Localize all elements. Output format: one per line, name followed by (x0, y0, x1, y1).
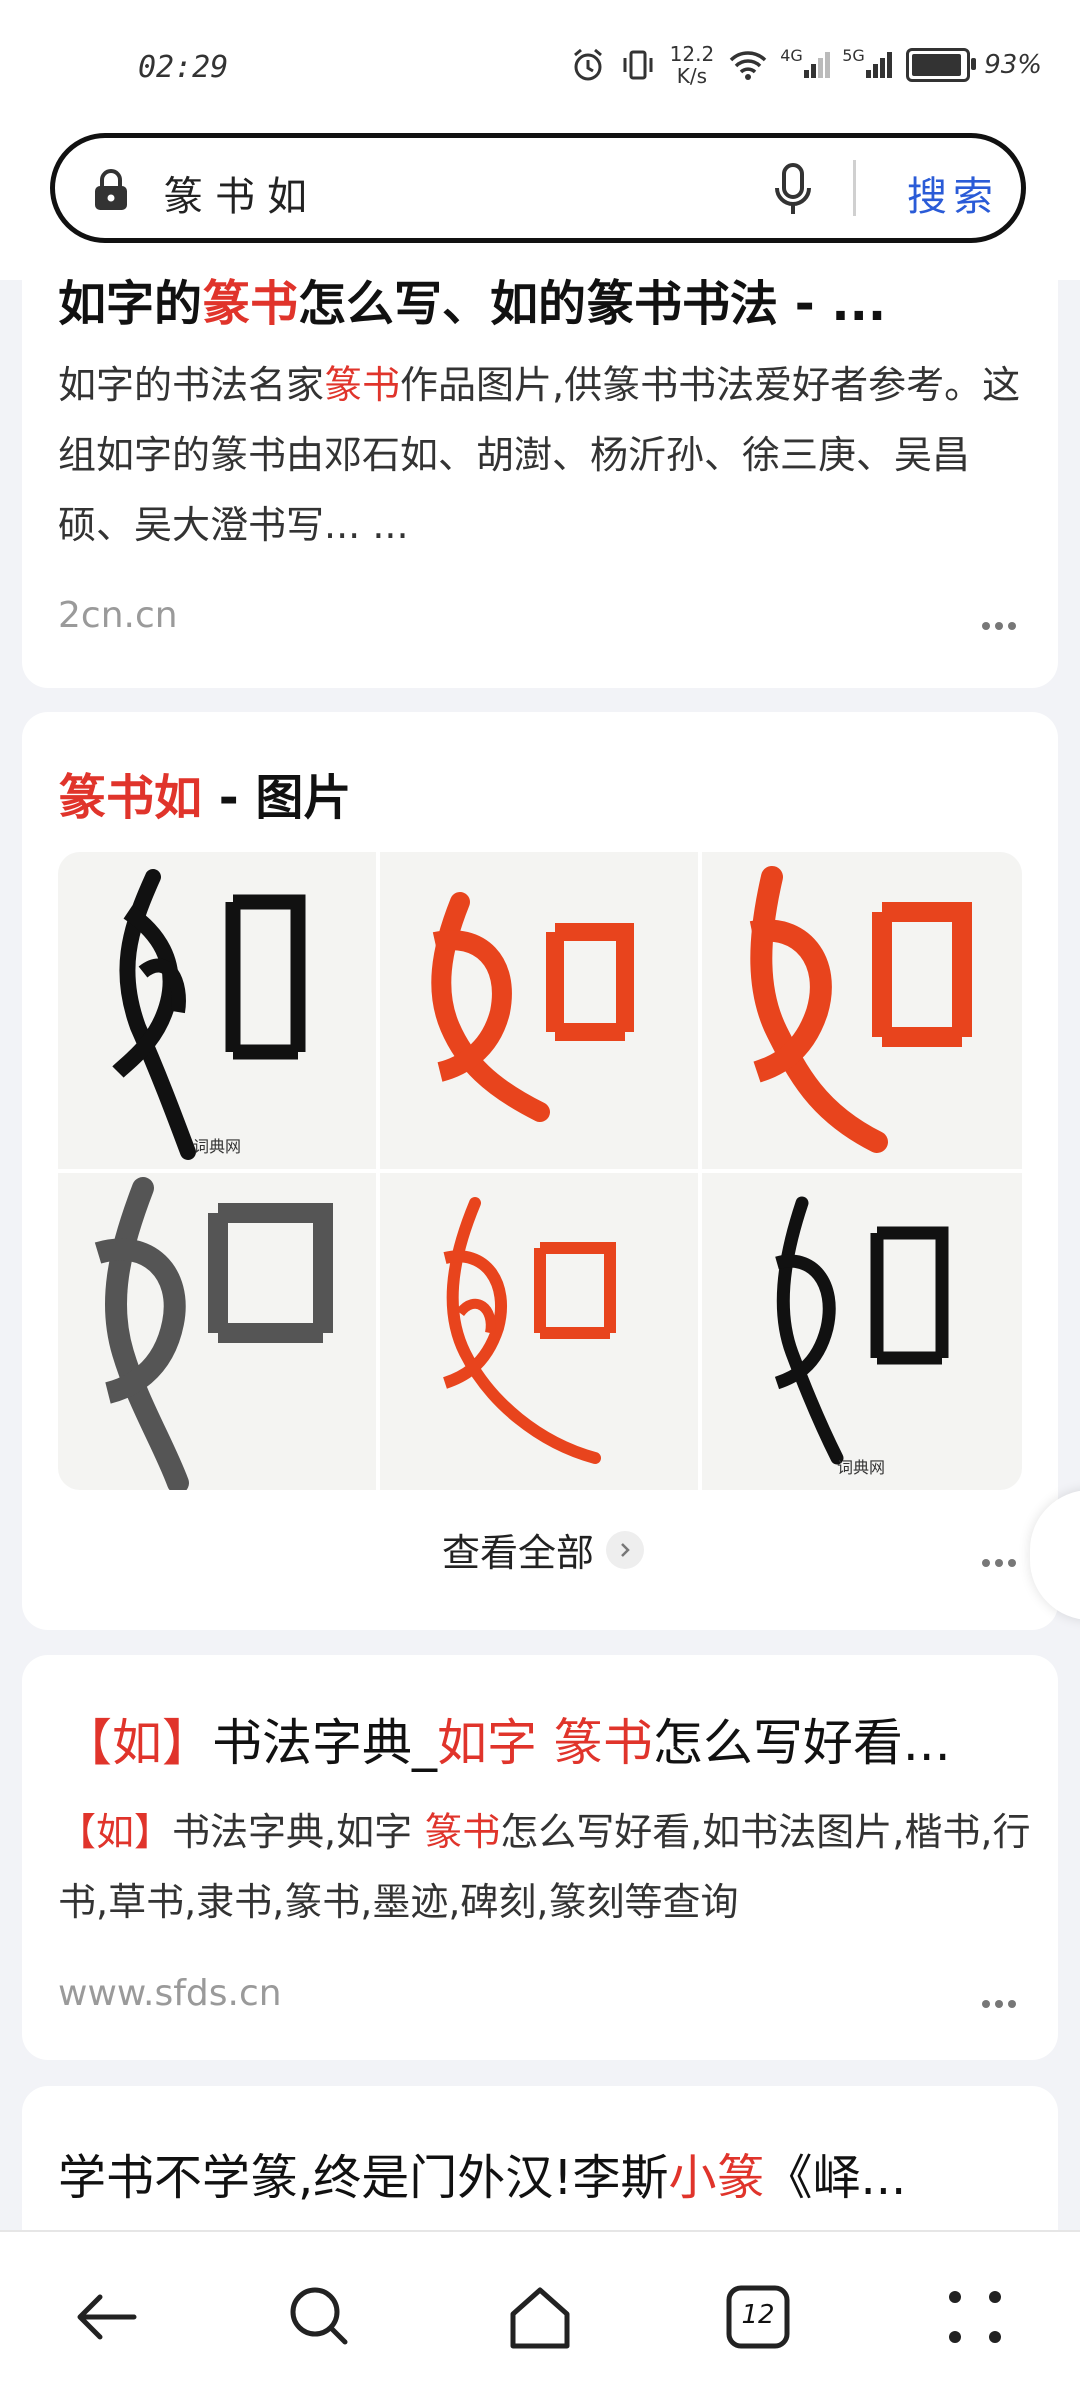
svg-text:词典网: 词典网 (193, 1137, 241, 1156)
network-speed: 12.2 K/s (669, 42, 715, 88)
search-button[interactable]: 搜索 (907, 164, 999, 222)
status-bar: 02:29 12.2 K/s 4G 5G 93% (0, 0, 1080, 130)
result-title[interactable]: 如字的篆书怎么写、如的篆书书法 - ... (58, 264, 1018, 334)
result-snippet: 如字的书法名家篆书作品图片,供篆书书法爱好者参考。这组如字的篆书由邓石如、胡澍、… (58, 363, 1021, 547)
image-thumbnail[interactable] (380, 1173, 698, 1490)
wifi-icon (729, 51, 767, 80)
home-icon[interactable] (505, 2282, 575, 2352)
more-options-icon[interactable] (982, 1993, 1022, 2008)
image-thumbnail[interactable]: 词典网 (702, 1173, 1022, 1490)
search-icon[interactable] (285, 2282, 355, 2352)
image-results-title[interactable]: 篆书如 - 图片 (58, 758, 1018, 828)
image-thumbnail[interactable] (380, 852, 698, 1169)
view-all-button[interactable]: 查看全部 (442, 1522, 645, 1577)
signal-4g: 4G (780, 46, 831, 78)
vibrate-icon (623, 50, 653, 80)
result-snippet: 【如】书法字典,如字 篆书怎么写好看,如书法图片,楷书,行书,草书,隶书,篆书,… (58, 1810, 1031, 1924)
more-options-icon[interactable] (982, 615, 1022, 630)
more-options-icon[interactable] (982, 1552, 1022, 1567)
back-arrow-icon[interactable] (72, 2282, 142, 2352)
microphone-icon[interactable] (771, 162, 815, 218)
bottom-navigation: 12 (0, 2230, 1080, 2402)
menu-dots-icon[interactable] (940, 2282, 1010, 2352)
chevron-right-icon (606, 1530, 645, 1569)
lock-icon (95, 169, 127, 210)
alarm-icon (573, 48, 602, 81)
signal-5g: 5G (842, 46, 893, 78)
status-icons: 12.2 K/s 4G 5G 93% (570, 40, 1042, 90)
search-divider (853, 160, 856, 216)
search-input[interactable]: 篆书如 (163, 164, 319, 222)
image-thumbnail[interactable]: 词典网 (58, 852, 376, 1169)
result-title[interactable]: 【如】书法字典_如字 篆书怎么写好看... (62, 1703, 1022, 1775)
battery-icon (906, 48, 977, 82)
result-card-2[interactable]: 【如】书法字典_如字 篆书怎么写好看... 【如】书法字典,如字 篆书怎么写好看… (22, 1655, 1058, 2060)
result-source[interactable]: 2cn.cn (58, 595, 178, 636)
battery-percent: 93% (984, 50, 1042, 80)
result-source[interactable]: www.sfds.cn (58, 1973, 282, 2014)
tabs-button[interactable]: 12 (723, 2282, 793, 2352)
image-thumbnail[interactable] (702, 852, 1022, 1169)
image-thumbnail[interactable] (58, 1173, 376, 1490)
image-grid: 词典网 词典网 (58, 852, 1022, 1490)
svg-text:词典网: 词典网 (837, 1458, 885, 1477)
search-box[interactable]: 篆书如 搜索 (50, 133, 1026, 243)
status-time: 02:29 (138, 50, 229, 85)
tabs-count: 12 (741, 2300, 775, 2330)
result-card-1[interactable]: 如字的篆书怎么写、如的篆书书法 - ... 如字的书法名家篆书作品图片,供篆书书… (22, 250, 1058, 688)
result-title[interactable]: 学书不学篆,终是门外汉!李斯小篆《峄... (58, 2138, 1018, 2208)
image-results-card: 篆书如 - 图片 词典网 词典网 查看全部 (22, 712, 1058, 1630)
